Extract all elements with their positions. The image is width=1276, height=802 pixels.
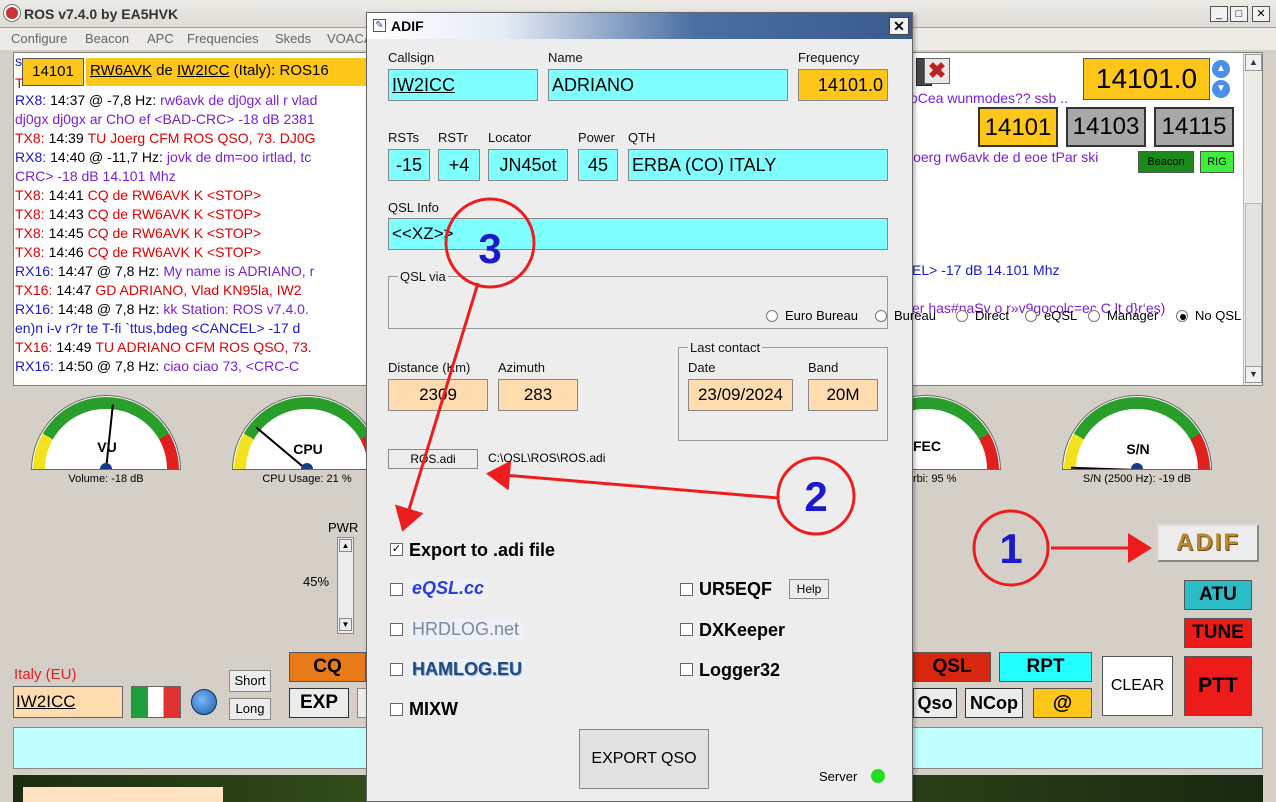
annotation-overlay: 1 2 3 — [394, 197, 1152, 587]
annotation-arrow-2 — [486, 460, 779, 500]
annotation-number-2: 2 — [804, 473, 827, 520]
annotation-number-1: 1 — [999, 525, 1022, 572]
annotation-arrow-3 — [394, 282, 480, 532]
annotation-number-3: 3 — [478, 225, 501, 272]
